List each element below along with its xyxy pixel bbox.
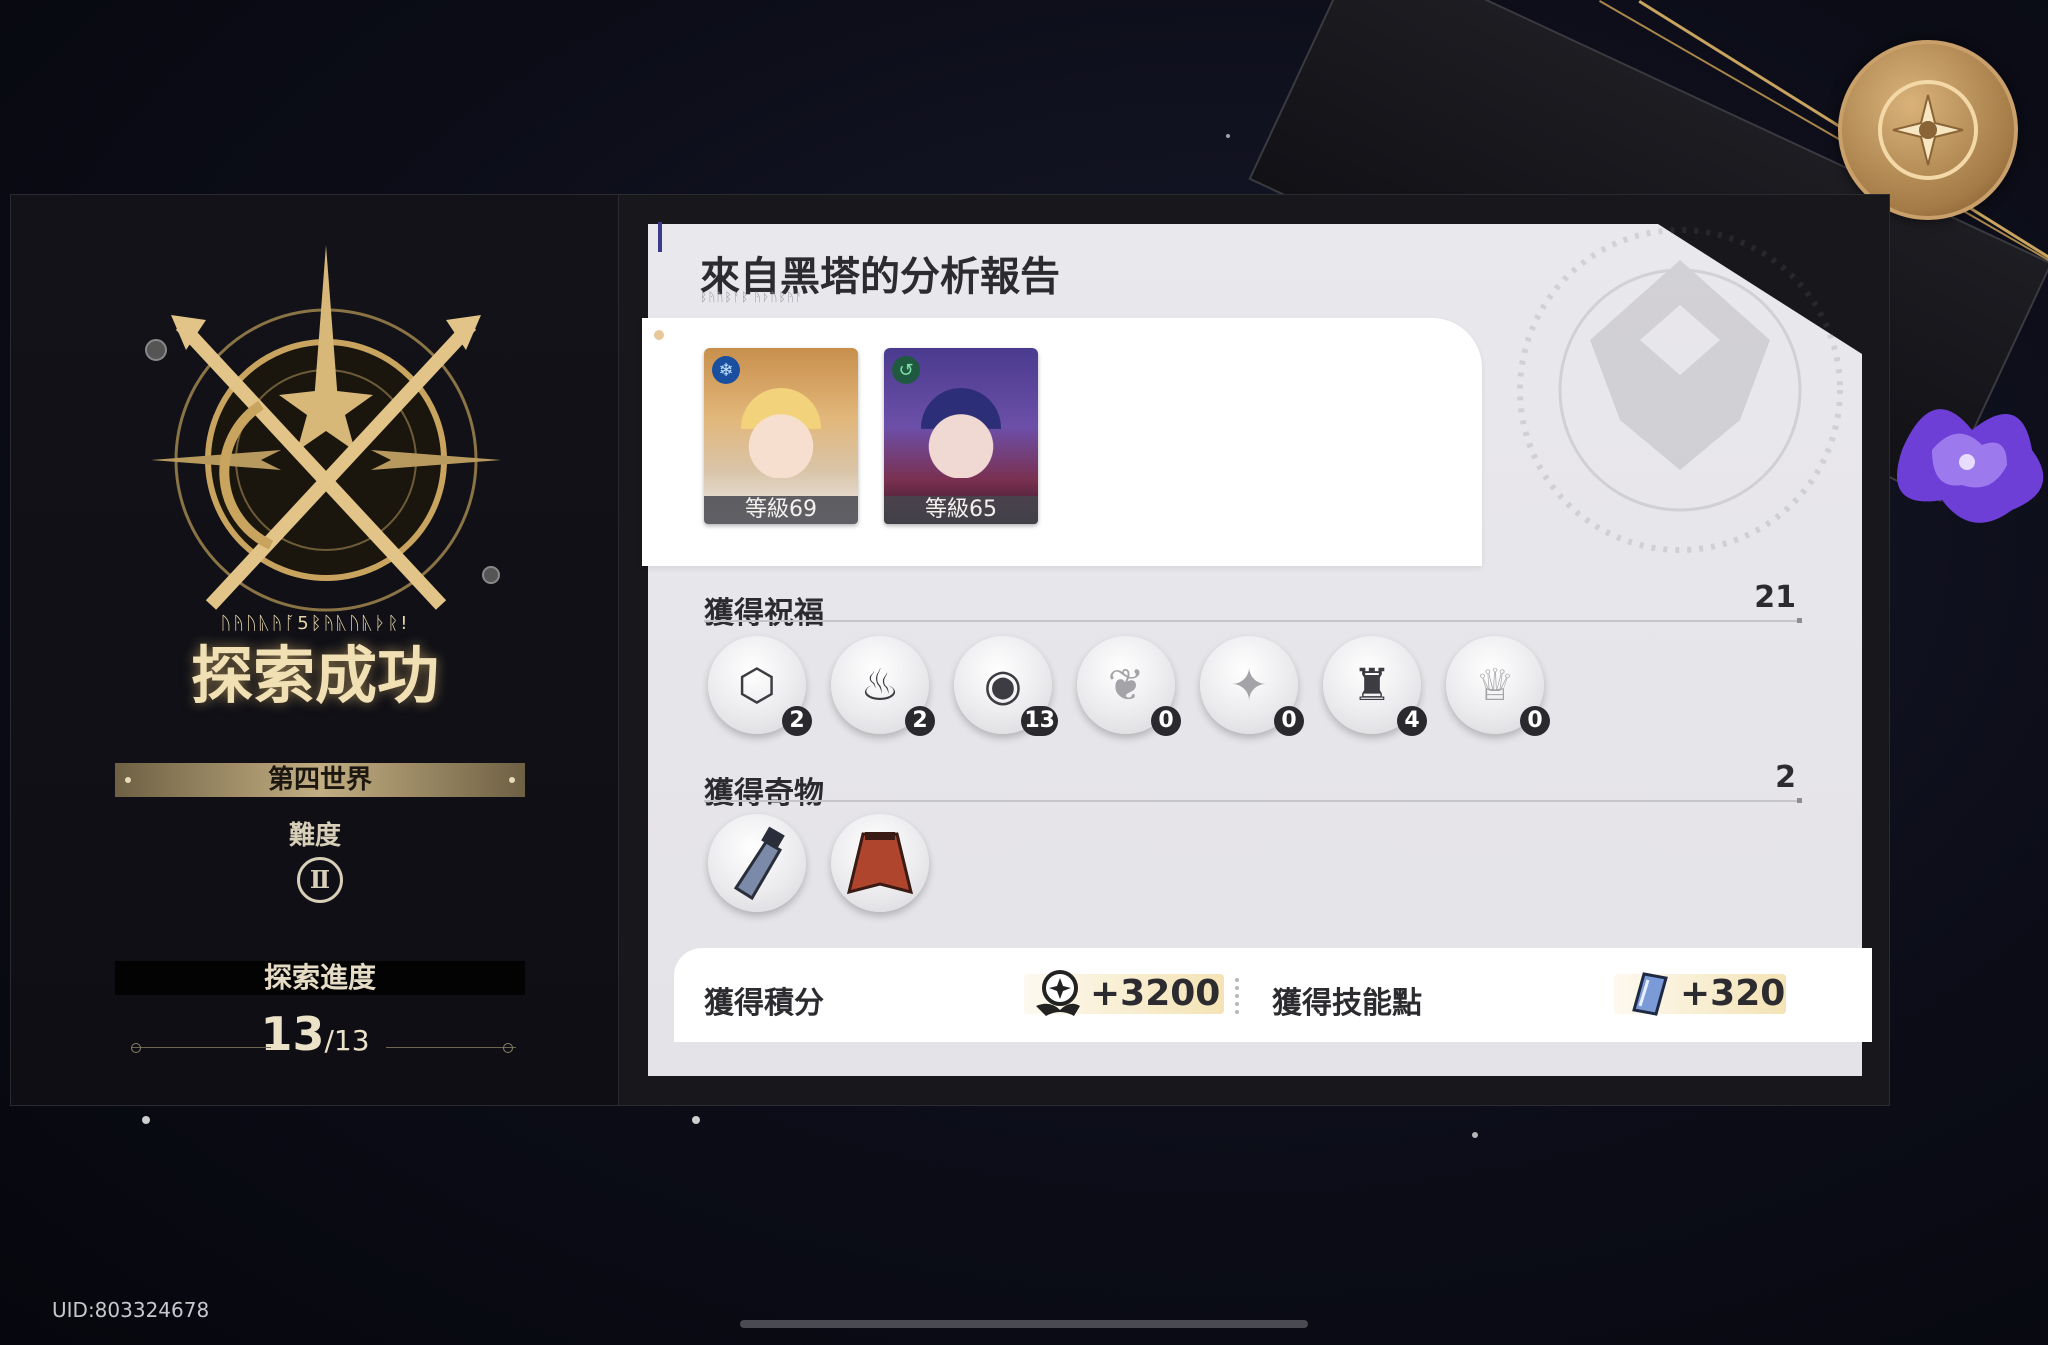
elation-path-icon[interactable]: ♕ 0: [1446, 636, 1550, 736]
cloak-icon: [846, 832, 914, 895]
character-portrait[interactable]: ↺ 等級65: [884, 348, 1038, 524]
cloak-curio-icon[interactable]: [831, 814, 929, 912]
progress-total: /13: [324, 1024, 370, 1057]
report-title-accent: [658, 222, 662, 252]
character-level: 等級65: [884, 496, 1038, 524]
blessings-divider: [704, 618, 1802, 623]
blessing-count: 13: [1021, 706, 1058, 736]
destruction-path-icon[interactable]: ♜ 4: [1323, 636, 1427, 736]
progress-current: 13: [260, 1007, 325, 1061]
character-level: 等級69: [704, 496, 858, 524]
preservation-path-icon[interactable]: ⬡ 2: [708, 636, 812, 736]
blessings-label: 獲得祝福: [704, 596, 824, 631]
blessings-count: 21: [1754, 580, 1796, 615]
report-subtitle: ᛒᚤᚢᛒᚨᛒ ᚤᚦᚢᛒᚤᚨ: [700, 290, 804, 304]
hunt-path-icon[interactable]: ✦ 0: [1200, 636, 1304, 736]
home-indicator[interactable]: [740, 1320, 1308, 1328]
points-label: 獲得積分: [704, 986, 824, 1021]
difficulty-label: 難度: [288, 821, 341, 851]
banner-dot: [509, 777, 515, 783]
exploration-success-title: 探索成功: [190, 639, 439, 712]
progress-label: 探索進度: [115, 961, 525, 995]
background-star: [692, 1116, 700, 1124]
progress-divider: [386, 1047, 516, 1048]
player-uid: UID:803324678: [52, 1298, 210, 1322]
banner-dot: [125, 777, 131, 783]
points-medal-icon: [1036, 970, 1080, 1016]
team-card: ❄ 等級69 ↺ 等級65: [642, 318, 1482, 566]
progress-divider: [131, 1047, 271, 1048]
wind-element-icon: ↺: [892, 356, 920, 384]
curios-count: 2: [1775, 760, 1796, 795]
remembrance-path-icon[interactable]: ♨ 2: [831, 636, 935, 736]
blessing-count: 0: [1274, 706, 1304, 736]
skill-points-value: +320: [1680, 973, 1786, 1014]
skill-book-icon: [1632, 972, 1668, 1016]
character-avatar: [921, 388, 1001, 478]
abundance-path-icon[interactable]: ❦ 0: [1077, 636, 1181, 736]
background-star: [1226, 134, 1230, 138]
world-name-banner: 第四世界: [115, 763, 525, 797]
exploration-result-panel: ᚢᚤᚢᚣᚤᚪ5ᛒᚤᚣᚢᚣᚦᚱ! 探索成功 第四世界 難度 Ⅱ 探索進度 13/1…: [10, 194, 620, 1106]
herta-watermark-icon: [1517, 227, 1843, 553]
paint-tube-icon: [733, 826, 785, 901]
world-name: 第四世界: [267, 765, 372, 795]
blessing-count: 4: [1397, 706, 1427, 736]
blessing-count: 2: [782, 706, 812, 736]
points-reward: +3200: [1024, 970, 1224, 1016]
curios-label: 獲得奇物: [704, 776, 824, 811]
difficulty-badge: Ⅱ: [297, 857, 343, 903]
reward-divider: [1235, 978, 1243, 1014]
blessing-count: 2: [905, 706, 935, 736]
blessing-count: 0: [1151, 706, 1181, 736]
crossed-swords-emblem-icon: [145, 245, 501, 612]
wax-seal-emblem-icon: [1838, 40, 2018, 220]
curios-divider: [704, 798, 1802, 803]
background-star: [1472, 1132, 1478, 1138]
rewards-bar: 獲得積分 +3200 獲得技能點 +320: [674, 948, 1872, 1042]
team-card-dot: [654, 330, 664, 340]
background-star: [142, 1116, 150, 1124]
blessing-count: 0: [1520, 706, 1550, 736]
ice-element-icon: ❄: [712, 356, 740, 384]
progress-divider-dot: [131, 1043, 141, 1053]
skill-points-reward: +320: [1614, 972, 1786, 1016]
character-avatar: [741, 388, 821, 478]
skill-points-label: 獲得技能點: [1272, 986, 1422, 1021]
progress-divider-dot: [503, 1043, 513, 1053]
nihility-path-icon[interactable]: ◉ 13: [954, 636, 1058, 736]
character-portrait[interactable]: ❄ 等級69: [704, 348, 858, 524]
paint-tube-curio-icon[interactable]: [708, 814, 806, 912]
points-value: +3200: [1090, 973, 1221, 1014]
progress-value: 13/13: [11, 1007, 619, 1061]
